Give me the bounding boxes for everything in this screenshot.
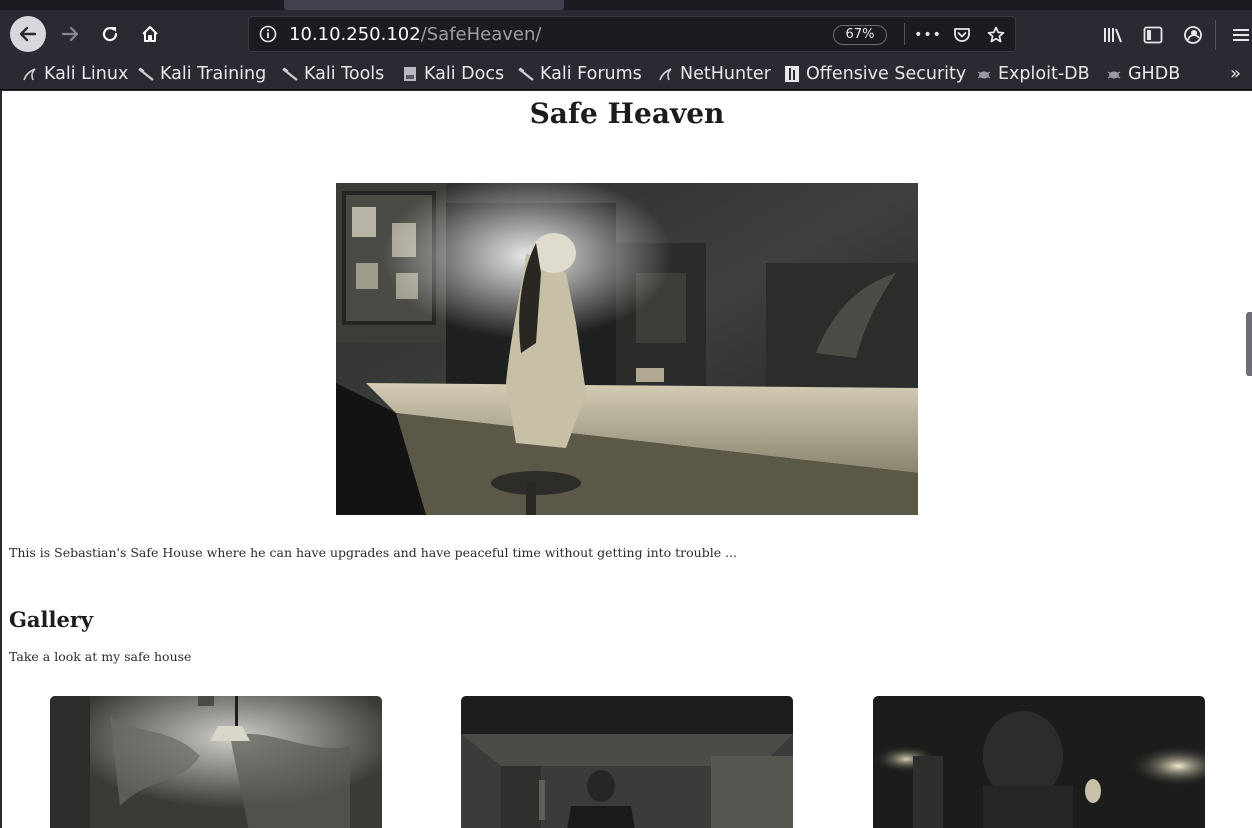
intro-paragraph: This is Sebastian's Safe House where he … [9, 545, 738, 560]
bookmark-label: Kali Training [160, 64, 267, 84]
kali-dragon-icon [282, 67, 298, 81]
active-tab[interactable] [284, 0, 564, 10]
bookmark-ghdb[interactable]: GHDB [1106, 62, 1180, 86]
spider-icon [977, 71, 991, 79]
gallery-heading: Gallery [9, 607, 94, 632]
sidebar-icon [1143, 26, 1163, 44]
pocket-button[interactable] [951, 24, 973, 46]
library-button[interactable] [1100, 22, 1126, 48]
bookmark-kali-training[interactable]: Kali Training [138, 62, 266, 86]
bookmark-label: Offensive Security [806, 64, 967, 84]
bookmarks-toolbar: Kali Linux Kali Training Kali Tools Kali… [0, 58, 1252, 90]
bookmark-label: GHDB [1128, 64, 1181, 84]
hero-image [336, 183, 918, 515]
home-icon [142, 26, 158, 42]
reload-icon [102, 26, 118, 42]
document-icon [404, 67, 416, 81]
navigation-toolbar: 10.10.250.102/SafeHeaven/ 67% ••• [0, 10, 1252, 58]
bookmark-kali-forums[interactable]: Kali Forums [518, 62, 642, 86]
zoom-level-badge[interactable]: 67% [833, 25, 887, 45]
library-icon [1104, 28, 1122, 43]
bookmarks-overflow-chevron-icon[interactable]: » [1230, 63, 1241, 84]
page-viewport: Safe Heaven This is Sebastian's Safe Hou… [2, 91, 1252, 828]
bookmark-label: Exploit-DB [998, 64, 1090, 84]
bookmark-label: Kali Forums [540, 64, 642, 84]
arrow-right-icon [61, 26, 79, 42]
forward-button[interactable] [52, 16, 88, 52]
reload-button[interactable] [92, 16, 128, 52]
bookmark-nethunter[interactable]: NetHunter [658, 62, 771, 86]
offsec-icon [785, 66, 799, 82]
arrow-left-icon [19, 26, 37, 42]
page-actions-button[interactable]: ••• [914, 24, 942, 46]
kali-dragon-icon [518, 67, 534, 81]
kali-dragon-icon [138, 67, 154, 81]
scrollbar-thumb[interactable] [1246, 312, 1252, 376]
gallery-subtitle: Take a look at my safe house [9, 649, 192, 664]
spider-icon [1107, 71, 1121, 79]
more-dots-icon: ••• [914, 27, 942, 43]
bookmark-star-button[interactable] [985, 24, 1007, 46]
url-bar[interactable]: 10.10.250.102/SafeHeaven/ 67% ••• [248, 16, 1016, 52]
app-menu-button[interactable] [1228, 22, 1252, 48]
pocket-icon [954, 28, 970, 42]
bookmark-exploit-db[interactable]: Exploit-DB [976, 62, 1090, 86]
gallery-image[interactable] [873, 696, 1205, 828]
kali-dragon-icon [23, 68, 36, 81]
gallery-image[interactable] [50, 696, 382, 828]
tab-strip [0, 0, 1252, 10]
page-title: Safe Heaven [529, 97, 725, 130]
bookmark-label: Kali Tools [304, 64, 385, 84]
gallery-image[interactable] [461, 696, 793, 828]
star-icon [987, 26, 1005, 43]
bookmark-kali-linux[interactable]: Kali Linux [22, 62, 128, 86]
bookmark-label: NetHunter [680, 64, 771, 84]
kali-dragon-icon [659, 68, 672, 81]
toolbar-separator [1215, 20, 1216, 50]
account-button[interactable] [1180, 22, 1206, 48]
url-path: /SafeHeaven/ [420, 24, 542, 45]
bookmark-label: Kali Docs [424, 64, 505, 84]
account-icon [1184, 26, 1202, 44]
bookmark-label: Kali Linux [44, 64, 129, 84]
bookmark-kali-tools[interactable]: Kali Tools [282, 62, 384, 86]
hamburger-menu-icon [1233, 29, 1249, 41]
bookmark-offensive-security[interactable]: Offensive Security [784, 62, 966, 86]
back-button[interactable] [10, 16, 46, 52]
bookmark-kali-docs[interactable]: Kali Docs [402, 62, 504, 86]
url-bar-separator [904, 23, 905, 45]
sidebar-toggle-button[interactable] [1140, 22, 1166, 48]
url-host: 10.10.250.102 [289, 24, 421, 45]
home-button[interactable] [132, 16, 168, 52]
url-text[interactable]: 10.10.250.102/SafeHeaven/ [289, 24, 541, 45]
info-icon[interactable] [259, 25, 277, 43]
